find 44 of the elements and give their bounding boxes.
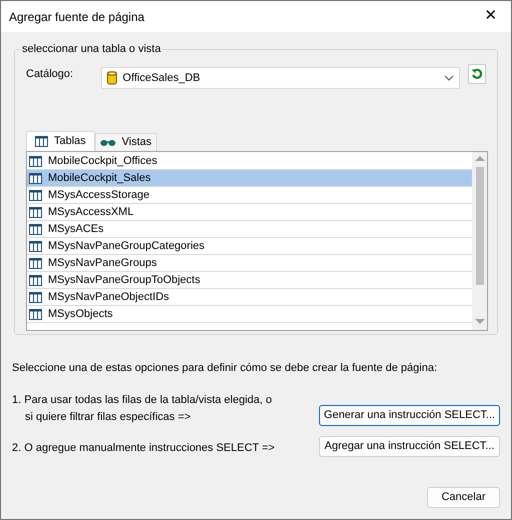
table-icon: [29, 240, 42, 252]
table-list-item[interactable]: MSysNavPaneGroupCategories: [27, 238, 473, 255]
table-list-item[interactable]: MSysObjects: [27, 306, 473, 323]
cancel-button[interactable]: Cancelar: [427, 487, 500, 508]
option-text: si quiere filtrar filas específicas =>: [24, 410, 192, 425]
chevron-down-icon: [444, 75, 454, 81]
option-text: 2. O agregue manualmente instrucciones SELECT =>: [12, 441, 275, 456]
table-icon: [29, 172, 42, 184]
table-list-item[interactable]: MSysACEs: [27, 221, 473, 238]
catalog-label: Catálogo:: [26, 67, 74, 82]
option-text: 1. Para usar todas las filas de la tabla/vista elegida, o: [12, 393, 272, 408]
table-icon: [29, 274, 42, 286]
instructions-text: Seleccione una de estas opciones para definir cómo se debe crear la fuente de página:: [12, 361, 438, 376]
table-list-item[interactable]: MSysAccessStorage: [27, 187, 473, 204]
scroll-thumb[interactable]: [476, 167, 484, 285]
catalog-value: OfficeSales_DB: [122, 70, 202, 86]
scrollbar[interactable]: [472, 152, 487, 330]
table-icon: [29, 156, 42, 166]
table-list-item[interactable]: MSysAccessXML: [27, 204, 473, 221]
table-list-item[interactable]: MSysNavPaneGroups: [27, 255, 473, 272]
table-icon: [29, 308, 42, 320]
refresh-button[interactable]: [468, 64, 486, 84]
tab[interactable]: Tablas: [26, 131, 95, 151]
select-button[interactable]: Generar una instrucción SELECT...: [319, 405, 500, 426]
table-icon: [29, 258, 42, 268]
table-list-item[interactable]: MSysNavPaneObjectIDs: [27, 289, 473, 306]
table-icon: [35, 136, 48, 147]
table-list-item[interactable]: MSysNavPaneGroupToObjects: [27, 272, 473, 289]
table-list-item[interactable]: MobileCockpit_Offices: [27, 153, 473, 170]
glasses-icon: [100, 138, 116, 146]
refresh-icon: [471, 68, 484, 80]
window-title: Agregar fuente de página: [9, 8, 144, 26]
tab[interactable]: Vistas: [94, 133, 157, 151]
table-list-item[interactable]: MobileCockpit_Sales: [27, 170, 473, 187]
scroll-down-icon[interactable]: [474, 319, 484, 324]
database-icon: [106, 71, 117, 85]
table-icon: [29, 292, 42, 302]
table-icon: [29, 206, 42, 218]
table-icon: [29, 224, 42, 234]
close-button[interactable]: ✕: [481, 6, 501, 26]
catalog-dropdown[interactable]: OfficeSales_DB: [100, 67, 460, 89]
table-icon: [29, 190, 42, 200]
select-button[interactable]: Agregar una instrucción SELECT...: [319, 436, 500, 457]
scroll-up-icon[interactable]: [474, 156, 484, 161]
